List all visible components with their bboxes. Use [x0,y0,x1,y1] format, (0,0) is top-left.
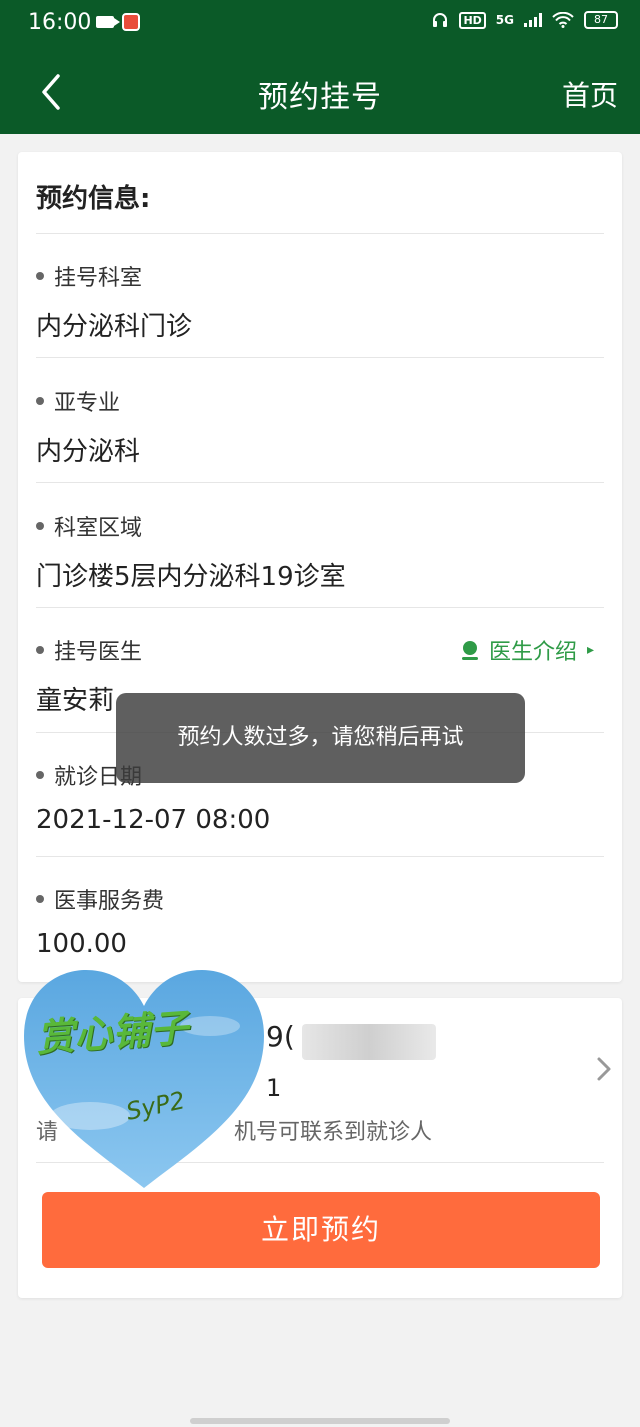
battery-icon: 87 [584,11,618,29]
field-label: 挂号科室 [54,266,143,291]
field-subspecialty: 亚专业 内分泌科 [36,385,604,468]
app-header: 16:00 HD 5G 87 预约挂号 首页 [0,0,640,134]
bullet-icon [36,895,44,903]
field-value: 100.00 [36,929,127,959]
field-label: 科室区域 [54,516,143,541]
field-value: 2021-12-07 08:00 [36,805,271,835]
status-left-icons [96,13,140,31]
chevron-right-icon: ▸ [586,642,594,658]
field-label: 医事服务费 [54,889,165,914]
bullet-icon [36,646,44,654]
redacted-block [302,1024,436,1060]
app-notification-icon [122,13,140,31]
page-title: 预约挂号 [258,80,382,115]
info-card-title: 预约信息: [36,184,151,214]
appointment-info-card: 预约信息: 挂号科室 内分泌科门诊 亚专业 内分泌科 科室区域 门诊楼5层内分泌… [18,152,622,982]
patient-id-line: 1 [266,1074,282,1102]
home-indicator[interactable] [190,1418,450,1424]
home-link[interactable]: 首页 [562,74,618,114]
field-department: 挂号科室 内分泌科门诊 [36,260,604,343]
signal-icon [524,13,542,27]
patient-name-line: 9( [266,1020,295,1053]
sticker-text: 赏心铺子 [34,1005,190,1061]
divider [36,357,604,358]
book-now-button[interactable]: 立即预约 [42,1192,600,1268]
divider [36,233,604,234]
field-area: 科室区域 门诊楼5层内分泌科19诊室 [36,510,604,593]
toast-message: 预约人数过多，请您稍后再试 [116,693,525,783]
network-type: 5G [495,13,514,27]
field-label: 挂号医生 [54,640,143,665]
status-bar: 16:00 HD 5G 87 [0,0,640,50]
divider [36,856,604,857]
wifi-icon [552,12,574,28]
divider [36,482,604,483]
chevron-right-icon[interactable] [596,1056,612,1082]
status-right-icons: HD 5G 87 [431,11,618,29]
headphones-icon [433,13,448,27]
field-fee: 医事服务费 100.00 [36,883,604,959]
field-value: 内分泌科门诊 [36,312,193,342]
divider [36,607,604,608]
field-value: 门诊楼5层内分泌科19诊室 [36,562,346,592]
bullet-icon [36,397,44,405]
bullet-icon [36,272,44,280]
doctor-intro-label: 医生介绍 [488,640,577,665]
field-value: 内分泌科 [36,437,141,467]
bullet-icon [36,522,44,530]
video-camera-icon [96,16,120,28]
status-time: 16:00 [28,10,92,35]
doctor-intro-link[interactable]: 医生介绍 ▸ [459,634,594,666]
field-label: 亚专业 [54,391,121,416]
doctor-icon [461,641,478,660]
hd-icon: HD [459,11,486,29]
bullet-icon [36,771,44,779]
